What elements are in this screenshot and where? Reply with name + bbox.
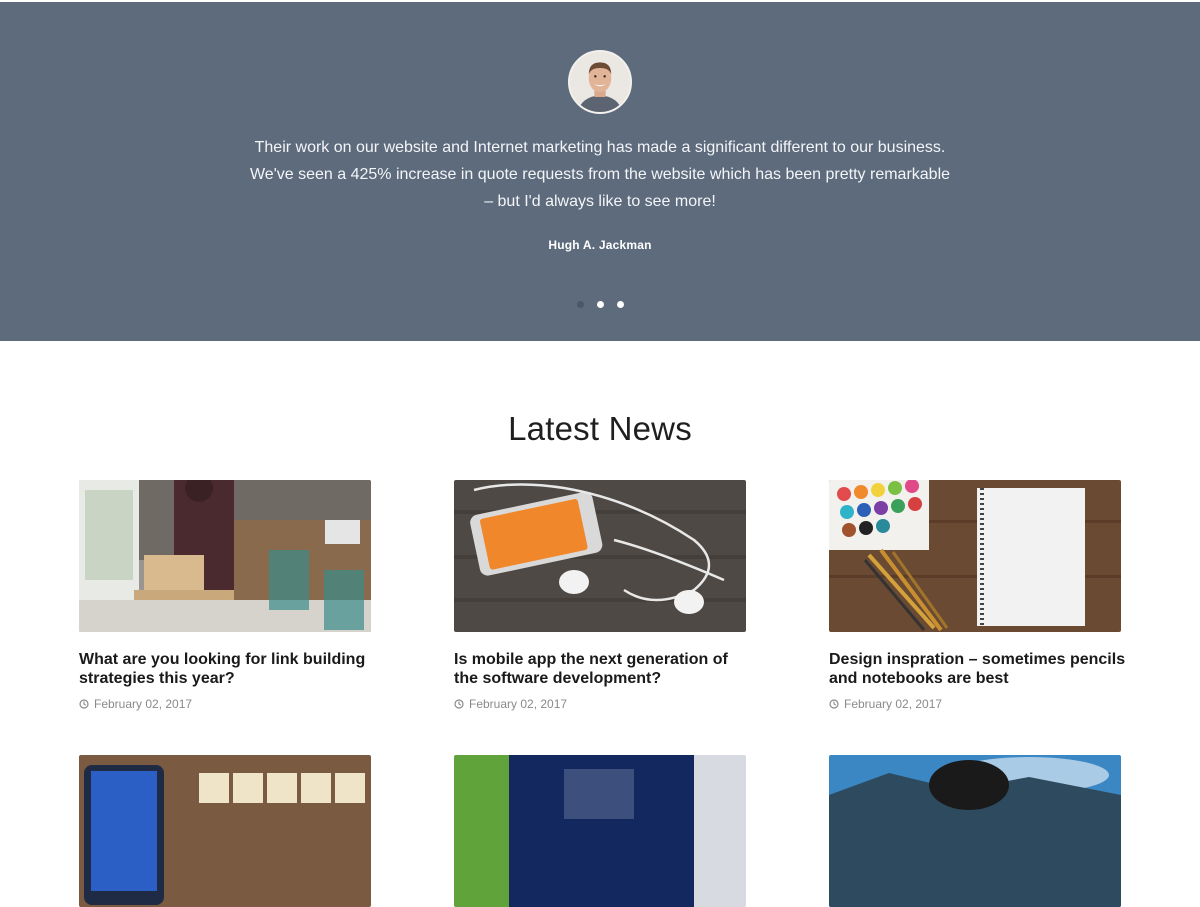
- news-card: [454, 755, 746, 907]
- section-title: Latest News: [508, 410, 692, 447]
- news-thumbnail[interactable]: [829, 480, 1121, 632]
- clock-icon: [454, 699, 464, 709]
- news-title-link[interactable]: Design inspration – sometimes pencils an…: [829, 650, 1129, 688]
- quote-line-2: We've seen a 425% increase in quote requ…: [249, 166, 951, 183]
- author-avatar: [568, 50, 632, 114]
- carousel-dot-2[interactable]: [596, 301, 604, 308]
- news-card: [79, 755, 371, 907]
- quote-line-1: Their work on our website and Internet m…: [254, 139, 946, 156]
- news-title-link[interactable]: Is mobile app the next generation of the…: [454, 650, 754, 688]
- news-date: February 02, 2017: [79, 697, 371, 711]
- news-title-link[interactable]: What are you looking for link building s…: [79, 650, 379, 688]
- news-card: Is mobile app the next generation of the…: [454, 480, 746, 711]
- clock-icon: [79, 699, 89, 709]
- quote-line-3: – but I'd always like to see more!: [484, 193, 716, 210]
- carousel-dot-3[interactable]: [616, 301, 624, 308]
- news-thumbnail[interactable]: [79, 480, 371, 632]
- news-card: Design inspration – sometimes pencils an…: [829, 480, 1125, 711]
- news-date-text: February 02, 2017: [844, 697, 943, 711]
- testimonial-section: Their work on our website and Internet m…: [0, 0, 1200, 341]
- news-thumbnail[interactable]: [829, 755, 1121, 907]
- testimonial-quote: Their work on our website and Internet m…: [230, 134, 970, 215]
- news-date: February 02, 2017: [454, 697, 746, 711]
- clock-icon: [829, 699, 839, 709]
- carousel-dots: [0, 301, 1200, 309]
- news-thumbnail[interactable]: [454, 480, 746, 632]
- carousel-dot-1[interactable]: [576, 301, 584, 308]
- news-date: February 02, 2017: [829, 697, 1121, 711]
- testimonial-author: Hugh A. Jackman: [548, 238, 652, 252]
- news-date-text: February 02, 2017: [469, 697, 568, 711]
- news-card: [829, 755, 1121, 907]
- news-date-text: February 02, 2017: [94, 697, 193, 711]
- news-thumbnail[interactable]: [454, 755, 746, 907]
- news-card: What are you looking for link building s…: [79, 480, 371, 711]
- news-thumbnail[interactable]: [79, 755, 371, 907]
